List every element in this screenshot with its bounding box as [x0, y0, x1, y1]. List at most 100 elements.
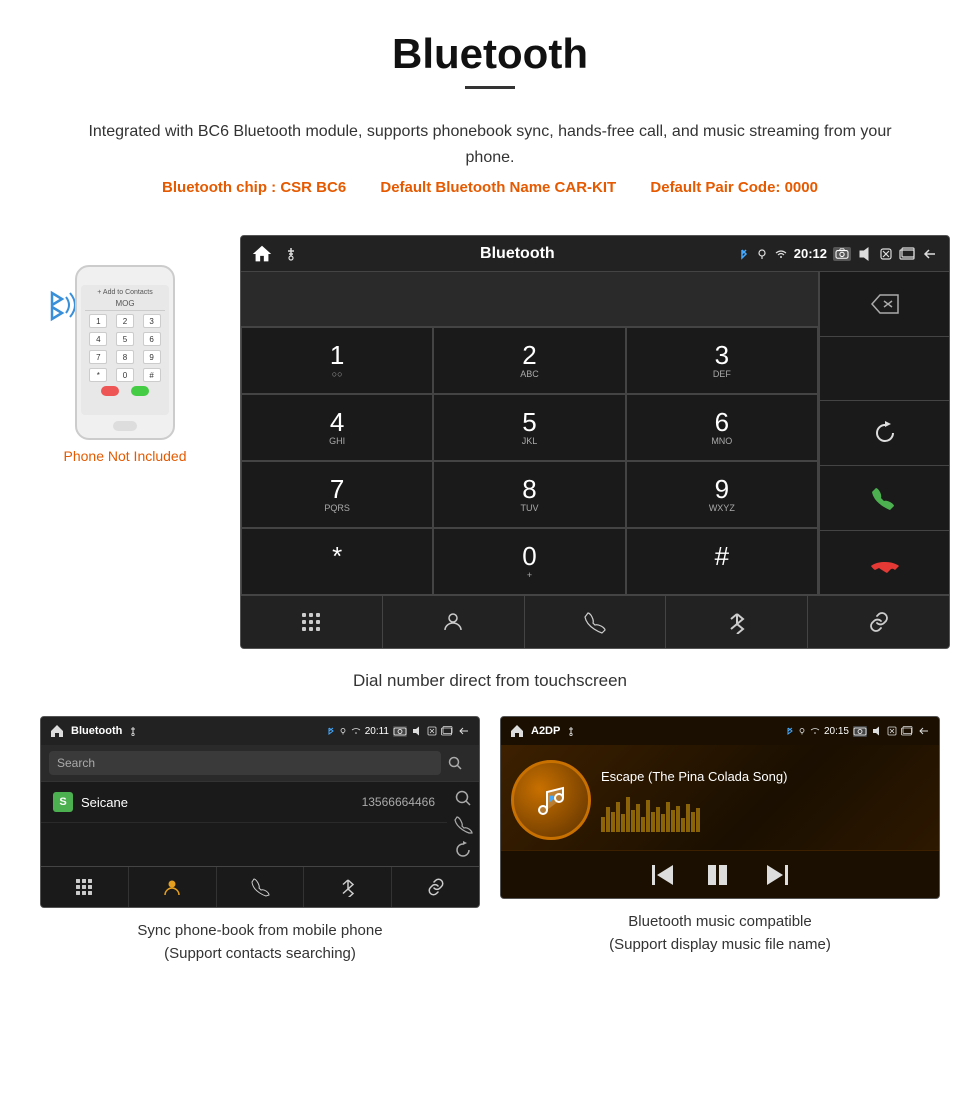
dialpad-right: [819, 272, 949, 595]
dial-key-#[interactable]: #: [626, 528, 818, 595]
dial-key-9[interactable]: 9WXYZ: [626, 461, 818, 528]
music-caption: Bluetooth music compatible (Support disp…: [500, 911, 940, 956]
dial-key-5[interactable]: 5JKL: [433, 394, 625, 461]
pb-contact-row[interactable]: S Seicane 13566664466: [41, 782, 447, 823]
home-icon[interactable]: [251, 243, 273, 265]
car-app-name: Bluetooth: [480, 245, 555, 263]
dialpad-left: 1○○2ABC3DEF 4GHI5JKL6MNO 7PQRS8TUV9WXYZ *0+…: [241, 272, 819, 595]
ms-status-bar: A2DP: [501, 717, 939, 745]
pb-phone-btn[interactable]: [217, 867, 305, 907]
specs-line: Bluetooth chip : CSR BC6 Default Bluetoo…: [80, 176, 900, 200]
visualizer-bar: [621, 814, 625, 832]
pb-call-side-icon[interactable]: [453, 814, 473, 834]
volume-icon[interactable]: [857, 247, 873, 261]
phone-not-included-label: Phone Not Included: [64, 448, 187, 464]
pb-search-row: Search: [41, 745, 479, 782]
music-note-icon: [531, 780, 571, 820]
back-icon[interactable]: [921, 247, 939, 261]
visualizer-bar: [676, 806, 680, 832]
prev-button[interactable]: [651, 863, 677, 886]
pb-search-side-icon[interactable]: [453, 788, 473, 808]
pb-location-icon: [339, 727, 347, 735]
pb-app-name: Bluetooth: [71, 725, 122, 737]
visualizer-bar: [601, 817, 605, 832]
visualizer-bar: [631, 810, 635, 832]
visualizer-bar: [611, 812, 615, 832]
dial-key-6[interactable]: 6MNO: [626, 394, 818, 461]
visualizer-bar: [656, 807, 660, 832]
pb-x-icon: [427, 726, 437, 736]
redial-button[interactable]: [820, 401, 949, 466]
dialpad-grid: 1○○2ABC3DEF 4GHI5JKL6MNO 7PQRS8TUV9WXYZ *0+…: [241, 327, 818, 595]
dial-key-2[interactable]: 2ABC: [433, 327, 625, 394]
visualizer-bar: [696, 808, 700, 832]
dial-key-*[interactable]: *: [241, 528, 433, 595]
window-icon[interactable]: [899, 247, 915, 261]
search-icon[interactable]: [447, 755, 463, 771]
ms-song-info: Escape (The Pina Colada Song): [601, 769, 929, 832]
close-icon[interactable]: [879, 247, 893, 261]
page-title: Bluetooth: [0, 30, 980, 78]
title-underline: [465, 86, 515, 89]
dial-key-7[interactable]: 7PQRS: [241, 461, 433, 528]
bluetooth-status-icon: [736, 247, 750, 261]
dialpad-nav-button[interactable]: [241, 596, 383, 648]
description-text: Integrated with BC6 Bluetooth module, su…: [80, 119, 900, 170]
dial-key-1[interactable]: 1○○: [241, 327, 433, 394]
ms-vol-icon: [871, 726, 883, 736]
pb-window-icon: [441, 726, 453, 736]
pb-link-btn[interactable]: [392, 867, 479, 907]
visualizer-bar: [691, 812, 695, 832]
link-nav-button[interactable]: [808, 596, 949, 648]
ms-loc-icon: [798, 727, 806, 735]
ms-back-icon: [917, 726, 931, 736]
dial-key-8[interactable]: 8TUV: [433, 461, 625, 528]
main-caption: Dial number direct from touchscreen: [0, 659, 980, 716]
phone-nav-button[interactable]: [525, 596, 667, 648]
phone-illustration: + Add to Contacts MOG 1 2 3 4 5 6 7 8: [30, 235, 220, 464]
call-button[interactable]: [820, 466, 949, 531]
dial-key-3[interactable]: 3DEF: [626, 327, 818, 394]
visualizer-bar: [606, 807, 610, 832]
pb-contacts-btn[interactable]: [129, 867, 217, 907]
pb-bt-btn[interactable]: [304, 867, 392, 907]
status-left: [251, 243, 299, 265]
usb-icon: [283, 246, 299, 262]
dialpad-area: 1○○2ABC3DEF 4GHI5JKL6MNO 7PQRS8TUV9WXYZ *0+…: [241, 272, 949, 595]
pb-search-box[interactable]: Search: [49, 751, 441, 775]
bt-code: Default Pair Code: 0000: [650, 179, 818, 196]
visualizer-bar: [641, 817, 645, 832]
dial-key-0[interactable]: 0+: [433, 528, 625, 595]
action-empty-1: [820, 337, 949, 402]
ms-song-title: Escape (The Pina Colada Song): [601, 769, 929, 784]
ms-window-icon: [901, 726, 913, 736]
camera-icon[interactable]: [833, 247, 851, 261]
play-pause-button[interactable]: [707, 863, 733, 886]
status-right: 20:12: [736, 246, 939, 261]
wifi-icon: [774, 249, 788, 259]
pb-right-icons: [447, 782, 479, 866]
bottom-screenshots: Bluetooth: [0, 716, 980, 1005]
pb-bottom-nav: [41, 866, 479, 907]
ms-controls: [501, 850, 939, 898]
pb-refresh-side-icon[interactable]: [453, 840, 473, 860]
pb-dialpad-btn[interactable]: [41, 867, 129, 907]
pb-vol-icon: [411, 726, 423, 736]
pb-bt-icon: [325, 726, 335, 736]
bt-nav-button[interactable]: [666, 596, 808, 648]
pb-list-area: S Seicane 13566664466: [41, 782, 447, 866]
visualizer-bar: [666, 802, 670, 832]
car-bottom-nav: [241, 595, 949, 648]
hangup-button[interactable]: [820, 531, 949, 596]
visualizer-bar: [651, 812, 655, 832]
ms-visualizer: [601, 792, 929, 832]
backspace-button[interactable]: [820, 272, 949, 337]
visualizer-bar: [681, 818, 685, 832]
main-demo-section: + Add to Contacts MOG 1 2 3 4 5 6 7 8: [0, 215, 980, 659]
contacts-nav-button[interactable]: [383, 596, 525, 648]
next-button[interactable]: [763, 863, 789, 886]
visualizer-bar: [616, 802, 620, 832]
visualizer-bar: [686, 804, 690, 832]
dial-key-4[interactable]: 4GHI: [241, 394, 433, 461]
pb-status-bar: Bluetooth: [41, 717, 479, 745]
